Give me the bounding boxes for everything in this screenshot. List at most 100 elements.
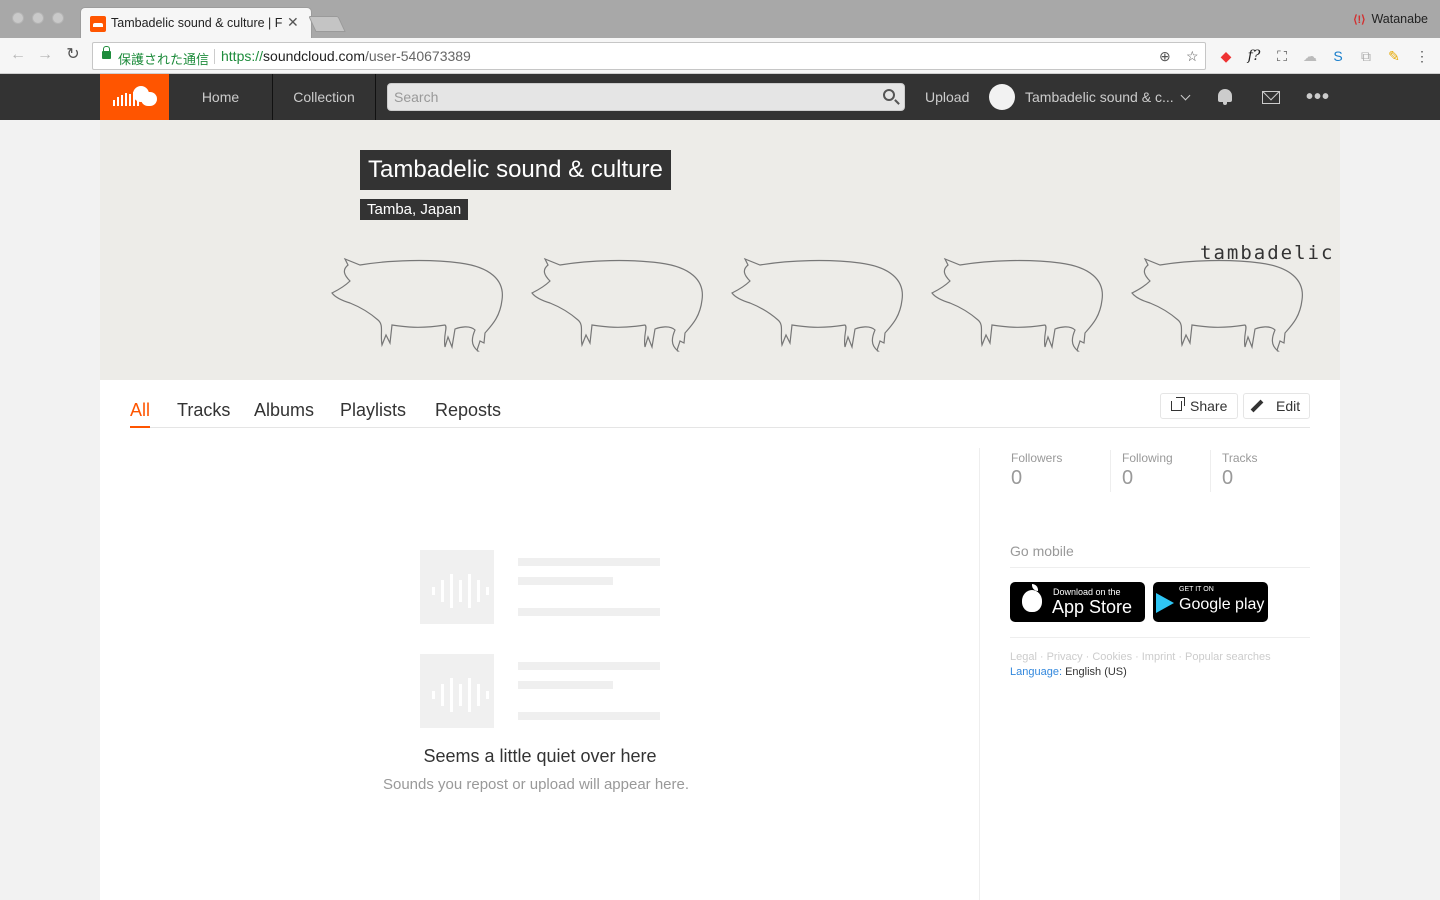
footer-links: Legal · Privacy · Cookies · Imprint · Popular se… bbox=[1010, 651, 1271, 663]
footer-link-popular-searches[interactable]: Popular searches bbox=[1185, 651, 1271, 663]
footer-link-privacy[interactable]: Privacy bbox=[1047, 651, 1083, 663]
close-icon[interactable]: ✕ bbox=[287, 14, 299, 31]
profile-page: Tambadelic sound & culture Tamba, Japan … bbox=[100, 120, 1340, 900]
profile-location: Tamba, Japan bbox=[360, 199, 469, 220]
mail-icon[interactable] bbox=[1262, 91, 1280, 104]
profile-tabs: All Tracks Albums Playlists Reposts bbox=[130, 396, 1310, 428]
app-store-badge[interactable]: Download on the App Store bbox=[1010, 582, 1145, 622]
language-label: Language: bbox=[1010, 666, 1062, 678]
tab-albums[interactable]: Albums bbox=[254, 400, 314, 428]
window-close-button[interactable] bbox=[12, 12, 24, 24]
sidebar-divider bbox=[979, 448, 980, 900]
stat-following[interactable]: Following 0 bbox=[1122, 451, 1173, 490]
footer-link-imprint[interactable]: Imprint bbox=[1142, 651, 1176, 663]
star-icon[interactable]: ☆ bbox=[1186, 48, 1199, 65]
footer-link-legal[interactable]: Legal bbox=[1010, 651, 1037, 663]
stat-tracks[interactable]: Tracks 0 bbox=[1222, 451, 1258, 490]
stat-label: Following bbox=[1122, 451, 1173, 465]
footer-link-cookies[interactable]: Cookies bbox=[1092, 651, 1132, 663]
tab-tracks[interactable]: Tracks bbox=[177, 400, 230, 428]
search-box bbox=[387, 83, 905, 111]
search-icon[interactable] bbox=[883, 89, 895, 101]
browser-menu-icon[interactable]: ⋮ bbox=[1413, 47, 1431, 65]
translate-icon[interactable]: ⊕ bbox=[1159, 48, 1171, 65]
search-input[interactable] bbox=[394, 88, 864, 106]
security-label: 保護された通信 bbox=[118, 52, 210, 67]
extension-s-icon[interactable]: S bbox=[1329, 47, 1347, 65]
lock-icon bbox=[102, 46, 111, 59]
more-icon[interactable]: ••• bbox=[1306, 86, 1330, 109]
extension-screenshot-icon[interactable]: ⛶ bbox=[1273, 47, 1291, 65]
language-selector[interactable]: Language: English (US) bbox=[1010, 666, 1127, 678]
banner-logo-text: tambadelic bbox=[1200, 242, 1335, 264]
pig-icon bbox=[731, 258, 903, 352]
stat-divider bbox=[1110, 450, 1111, 492]
bell-icon[interactable] bbox=[1218, 89, 1232, 105]
empty-state-subtitle: Sounds you repost or upload will appear … bbox=[382, 776, 690, 793]
soundcloud-logo[interactable] bbox=[100, 74, 169, 120]
placeholder-line bbox=[518, 558, 660, 566]
apple-icon bbox=[1022, 584, 1042, 612]
placeholder-line bbox=[518, 662, 660, 670]
edit-label: Edit bbox=[1276, 398, 1301, 414]
chevron-down-icon[interactable] bbox=[1180, 90, 1191, 101]
share-button[interactable]: Share bbox=[1160, 393, 1238, 419]
browser-tab[interactable]: Tambadelic sound & culture | Free Listen… bbox=[80, 7, 312, 38]
nav-collection[interactable]: Collection bbox=[273, 74, 376, 120]
extension-cloud-icon[interactable]: ☁ bbox=[1301, 47, 1319, 65]
google-play-small: GET IT ON bbox=[1179, 586, 1214, 593]
new-tab-button[interactable] bbox=[308, 16, 346, 32]
stat-followers[interactable]: Followers 0 bbox=[1011, 451, 1062, 490]
back-icon[interactable]: ← bbox=[7, 44, 29, 66]
upload-link[interactable]: Upload bbox=[925, 74, 969, 120]
waveform-icon bbox=[420, 550, 494, 624]
placeholder-line bbox=[518, 712, 660, 720]
pig-icon bbox=[931, 258, 1103, 352]
share-icon bbox=[1171, 397, 1185, 411]
reload-icon[interactable]: ↻ bbox=[62, 44, 84, 66]
tab-playlists[interactable]: Playlists bbox=[340, 400, 406, 428]
extension-color-icon[interactable]: ◆ bbox=[1217, 47, 1235, 65]
profile-name: Tambadelic sound & culture bbox=[360, 150, 671, 190]
pig-icon bbox=[331, 258, 503, 352]
tab-reposts[interactable]: Reposts bbox=[435, 400, 501, 428]
stat-label: Followers bbox=[1011, 451, 1063, 465]
tab-all[interactable]: All bbox=[130, 400, 151, 428]
stat-value: 0 bbox=[1122, 467, 1134, 489]
profile-name: Watanabe bbox=[1371, 12, 1428, 26]
forward-icon[interactable]: → bbox=[34, 44, 56, 66]
placeholder-line bbox=[518, 681, 613, 689]
browser-toolbar: ← → ↻ 保護された通信 https://soundcloud.com/use… bbox=[0, 38, 1440, 74]
extension-puzzle-icon[interactable]: ⧉ bbox=[1357, 47, 1375, 65]
window-zoom-button[interactable] bbox=[52, 12, 64, 24]
placeholder-line bbox=[518, 608, 660, 616]
share-label: Share bbox=[1190, 398, 1228, 414]
soundcloud-header: Home Collection Upload Tambadelic sound … bbox=[0, 74, 1440, 120]
play-icon bbox=[1156, 593, 1174, 613]
user-menu[interactable]: Tambadelic sound & c... bbox=[1025, 74, 1174, 120]
profile-banner: Tambadelic sound & culture Tamba, Japan … bbox=[100, 120, 1340, 380]
waveform-icon bbox=[420, 654, 494, 728]
logo-cloud-icon bbox=[133, 86, 157, 106]
stat-value: 0 bbox=[1011, 467, 1023, 489]
extension-pencil-icon[interactable]: ✎ bbox=[1385, 47, 1403, 65]
edit-button[interactable]: Edit bbox=[1243, 393, 1310, 419]
app-store-big: App Store bbox=[1052, 597, 1133, 617]
browser-tab-title: Tambadelic sound & culture | Free Listen… bbox=[111, 16, 283, 30]
browser-titlebar: Tambadelic sound & culture | Free Listen… bbox=[0, 0, 1440, 38]
google-play-badge[interactable]: GET IT ON Google play bbox=[1153, 582, 1268, 622]
app-store-small: Download on the bbox=[1053, 587, 1121, 597]
window-minimize-button[interactable] bbox=[32, 12, 44, 24]
url-text[interactable]: https://soundcloud.com/user-540673389 bbox=[221, 48, 471, 64]
nav-home[interactable]: Home bbox=[169, 74, 273, 120]
stat-value: 0 bbox=[1222, 467, 1234, 489]
extension-font-icon[interactable]: f? bbox=[1245, 47, 1263, 65]
address-bar[interactable]: 保護された通信 https://soundcloud.com/user-5406… bbox=[92, 42, 1206, 70]
pig-illustration bbox=[331, 258, 1303, 352]
pig-icon bbox=[1131, 258, 1303, 352]
url-divider bbox=[214, 49, 215, 64]
browser-profile[interactable]: ⟨!⟩ Watanabe bbox=[1353, 12, 1428, 26]
avatar[interactable] bbox=[989, 84, 1015, 110]
language-value: English (US) bbox=[1065, 666, 1127, 678]
profile-icon: ⟨!⟩ bbox=[1353, 13, 1366, 26]
